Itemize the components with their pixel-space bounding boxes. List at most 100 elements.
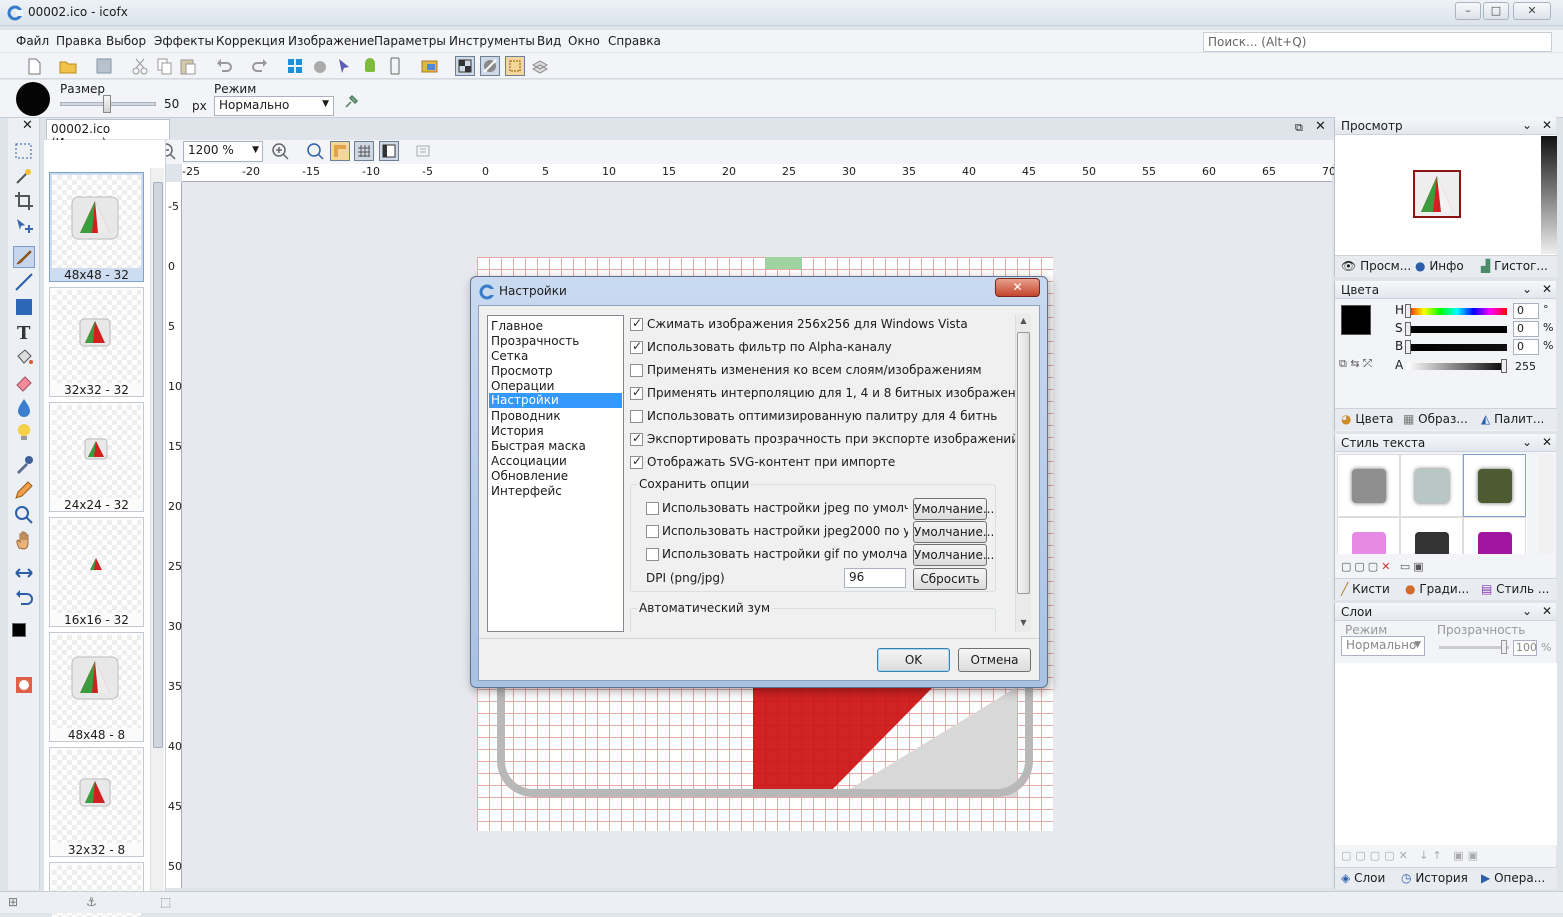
- cancel-button[interactable]: Отмена: [958, 648, 1031, 672]
- line-icon[interactable]: [13, 271, 35, 293]
- zoom-icon[interactable]: [13, 504, 35, 526]
- ok-button[interactable]: OK: [877, 648, 950, 672]
- open-icon[interactable]: [58, 56, 78, 76]
- chevron-down-icon[interactable]: ⌄: [1522, 118, 1532, 132]
- options-scrollbar[interactable]: ▲ ▼: [1015, 314, 1031, 632]
- opacity-thumb[interactable]: [1501, 640, 1507, 654]
- zoom-select[interactable]: 1200 % ▼: [183, 141, 263, 162]
- grid-toggle-icon[interactable]: [354, 141, 374, 161]
- scroll-up-icon[interactable]: ▲: [1016, 314, 1031, 328]
- saturation-thumb[interactable]: [1405, 322, 1411, 336]
- thumb-48x48-32[interactable]: 48x48 - 32: [49, 172, 144, 282]
- category-item[interactable]: Главное: [491, 319, 543, 333]
- chevron-down-icon[interactable]: ⌄: [1522, 435, 1532, 449]
- scroll-down-icon[interactable]: ▼: [1016, 616, 1031, 630]
- brightness-slider[interactable]: [1407, 344, 1507, 351]
- scroll-thumb[interactable]: [1017, 332, 1030, 594]
- pin-icon[interactable]: [343, 92, 361, 110]
- magic-wand-icon[interactable]: [13, 165, 35, 187]
- tab-gradients[interactable]: ● Гради...: [1405, 582, 1469, 596]
- style-gray[interactable]: [1337, 454, 1400, 517]
- tab-swatches[interactable]: ▦ Образ...: [1403, 412, 1468, 426]
- zoom-in-icon[interactable]: [271, 142, 291, 162]
- tab-preview[interactable]: 👁 Просм...: [1341, 259, 1411, 273]
- android-icon[interactable]: [360, 56, 380, 76]
- category-item[interactable]: Просмотр: [491, 364, 553, 378]
- menu-edit[interactable]: Правка: [56, 34, 102, 48]
- blur-drop-icon[interactable]: [13, 396, 35, 418]
- windows-icon[interactable]: [285, 56, 305, 76]
- hue-input[interactable]: 0: [1513, 303, 1539, 319]
- tab-operations[interactable]: ▶ Опера...: [1481, 871, 1545, 885]
- hand-icon[interactable]: [13, 529, 35, 551]
- search-input[interactable]: Поиск... (Alt+Q): [1203, 32, 1552, 52]
- flip-icon[interactable]: [13, 562, 35, 584]
- tab-layers[interactable]: ◈ Слои: [1341, 871, 1385, 885]
- menu-file[interactable]: Файл: [16, 34, 49, 48]
- menu-window[interactable]: Окно: [568, 34, 600, 48]
- jpeg2000-defaults-button[interactable]: Умолчание...: [913, 521, 994, 543]
- brightness-input[interactable]: 0: [1513, 339, 1539, 355]
- eyedropper-icon[interactable]: [13, 454, 35, 476]
- menu-help[interactable]: Справка: [608, 34, 661, 48]
- text-icon[interactable]: T: [13, 321, 35, 343]
- fg-color-swatch[interactable]: [1341, 305, 1371, 335]
- category-item[interactable]: История: [491, 424, 544, 438]
- category-item[interactable]: Интерфейс: [491, 484, 562, 498]
- pencil-icon[interactable]: [13, 479, 35, 501]
- category-item[interactable]: Быстрая маска: [491, 439, 586, 453]
- bulb-icon[interactable]: [13, 421, 35, 443]
- thumb-48x48-8[interactable]: 48x48 - 8: [49, 632, 144, 742]
- rotate-icon[interactable]: [13, 587, 35, 609]
- tab-histogram[interactable]: ▟ Гистог...: [1481, 259, 1548, 273]
- undo-icon[interactable]: [214, 56, 234, 76]
- hue-slider[interactable]: [1407, 308, 1507, 315]
- redo-icon[interactable]: [250, 56, 270, 76]
- category-item-selected[interactable]: Настройки: [489, 393, 622, 408]
- menu-select[interactable]: Выбор: [106, 34, 146, 48]
- option-checkbox[interactable]: [630, 385, 643, 400]
- eraser-icon[interactable]: [13, 371, 35, 393]
- menu-options[interactable]: Параметры: [374, 34, 446, 48]
- category-item[interactable]: Проводник: [491, 409, 561, 423]
- saturation-slider[interactable]: [1407, 326, 1507, 333]
- layers-list[interactable]: [1335, 663, 1557, 845]
- ruler-toggle-icon[interactable]: [330, 141, 350, 161]
- rectangle-icon[interactable]: [13, 296, 35, 318]
- category-item[interactable]: Сетка: [491, 349, 528, 363]
- document-tab[interactable]: 00002.ico (Иконка): [46, 119, 170, 150]
- tab-text-style[interactable]: ▤ Стиль ...: [1481, 582, 1549, 596]
- option-checkbox[interactable]: [630, 364, 643, 377]
- style-actions-icon[interactable]: ▢▢▢✕ ▭▣: [1341, 560, 1427, 573]
- properties-icon[interactable]: [414, 142, 434, 162]
- quick-mask-icon[interactable]: [13, 674, 35, 696]
- tab-brushes[interactable]: ╱ Кисти: [1341, 582, 1390, 596]
- swap-colors-icon[interactable]: ⧉ ⇆ ⤱: [1339, 357, 1372, 371]
- option-checkbox[interactable]: [630, 454, 643, 469]
- restore-doc-icon[interactable]: ⧉: [1295, 121, 1303, 135]
- cut-icon[interactable]: [130, 56, 150, 76]
- close-icon[interactable]: ✕: [1542, 118, 1552, 132]
- menu-effects[interactable]: Эффекты: [154, 34, 214, 48]
- hue-thumb[interactable]: [1405, 304, 1411, 318]
- transparency-icon[interactable]: [480, 56, 500, 76]
- minimize-button[interactable]: –: [1455, 2, 1481, 20]
- scroll-thumb[interactable]: [153, 182, 163, 748]
- paste-icon[interactable]: [178, 56, 198, 76]
- close-icon[interactable]: ✕: [22, 118, 33, 133]
- jpeg-defaults-button[interactable]: Умолчание...: [913, 498, 994, 520]
- gif-defaults-button[interactable]: Умолчание...: [913, 544, 994, 566]
- tab-history[interactable]: ◷ История: [1401, 871, 1468, 885]
- reset-button[interactable]: Сбросить: [913, 568, 987, 590]
- menu-adjust[interactable]: Коррекция: [216, 34, 285, 48]
- brightness-thumb[interactable]: [1405, 340, 1411, 354]
- panel-toggle-icon[interactable]: [379, 141, 399, 161]
- move-icon[interactable]: [13, 215, 35, 237]
- save-option-checkbox[interactable]: [646, 548, 659, 561]
- close-icon[interactable]: ✕: [1542, 435, 1552, 449]
- save-option-checkbox[interactable]: [646, 525, 659, 538]
- alpha-thumb[interactable]: [1501, 359, 1507, 373]
- close-icon[interactable]: ✕: [1542, 282, 1552, 296]
- alpha-slider[interactable]: [1407, 363, 1507, 370]
- tab-colors[interactable]: ◕ Цвета: [1341, 412, 1393, 426]
